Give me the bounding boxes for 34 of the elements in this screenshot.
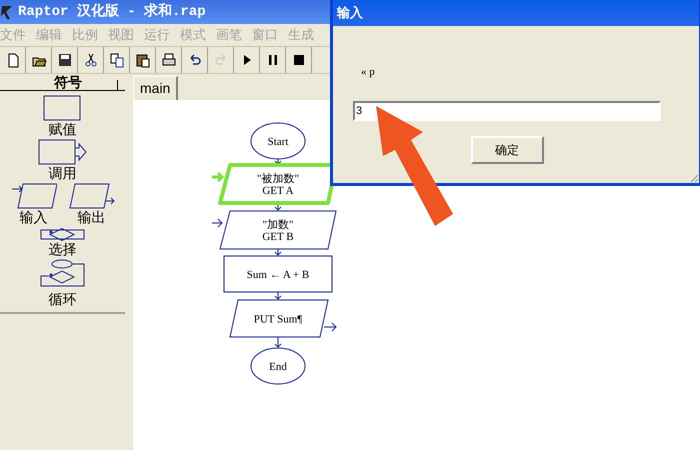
ok-button[interactable]: 确定 (470, 136, 544, 164)
tab[interactable]: main (133, 76, 178, 100)
dialog-title: 输入 (337, 4, 363, 22)
resize-grip-icon (689, 173, 699, 183)
node-text: Sum ← A + B (246, 269, 310, 281)
symbol-label: 选择 (48, 241, 76, 257)
input-field[interactable]: 3 (353, 100, 661, 120)
connector-arrow (274, 336, 282, 348)
panel-title: 符号 (54, 74, 82, 90)
terminal-node[interactable]: End (250, 348, 306, 384)
node-text: Start (268, 136, 288, 148)
assign-symbol-icon[interactable] (42, 95, 82, 121)
symbol-label: 循环 (48, 291, 76, 307)
node-text: "被加数" (257, 173, 299, 185)
node-text: PUT Sum¶ (254, 314, 302, 326)
node-text: GET B (262, 231, 294, 243)
assignment-node[interactable]: Sum ← A + B (224, 256, 332, 292)
input-symbol-icon[interactable] (10, 183, 56, 209)
node-text: End (269, 361, 287, 373)
symbol-label: 调用 (48, 165, 76, 181)
terminal-node[interactable]: Start (250, 122, 306, 160)
node-text: GET A (262, 185, 294, 197)
prompt-text: « p (360, 65, 376, 80)
connector-arrow (274, 248, 282, 256)
connector-arrow (274, 292, 282, 300)
node-text: "加数" (262, 219, 294, 231)
selection-symbol-icon[interactable] (40, 227, 86, 241)
app-icon (0, 4, 14, 20)
window-title: Raptor 汉化版 - 求和.rap (18, 2, 206, 22)
symbol-label: 输出 (78, 209, 106, 225)
symbol-label: 赋值 (48, 121, 76, 137)
symbol-label: 输入 (20, 209, 48, 225)
call-symbol-icon[interactable] (38, 139, 88, 165)
output-symbol-icon[interactable] (68, 183, 114, 209)
